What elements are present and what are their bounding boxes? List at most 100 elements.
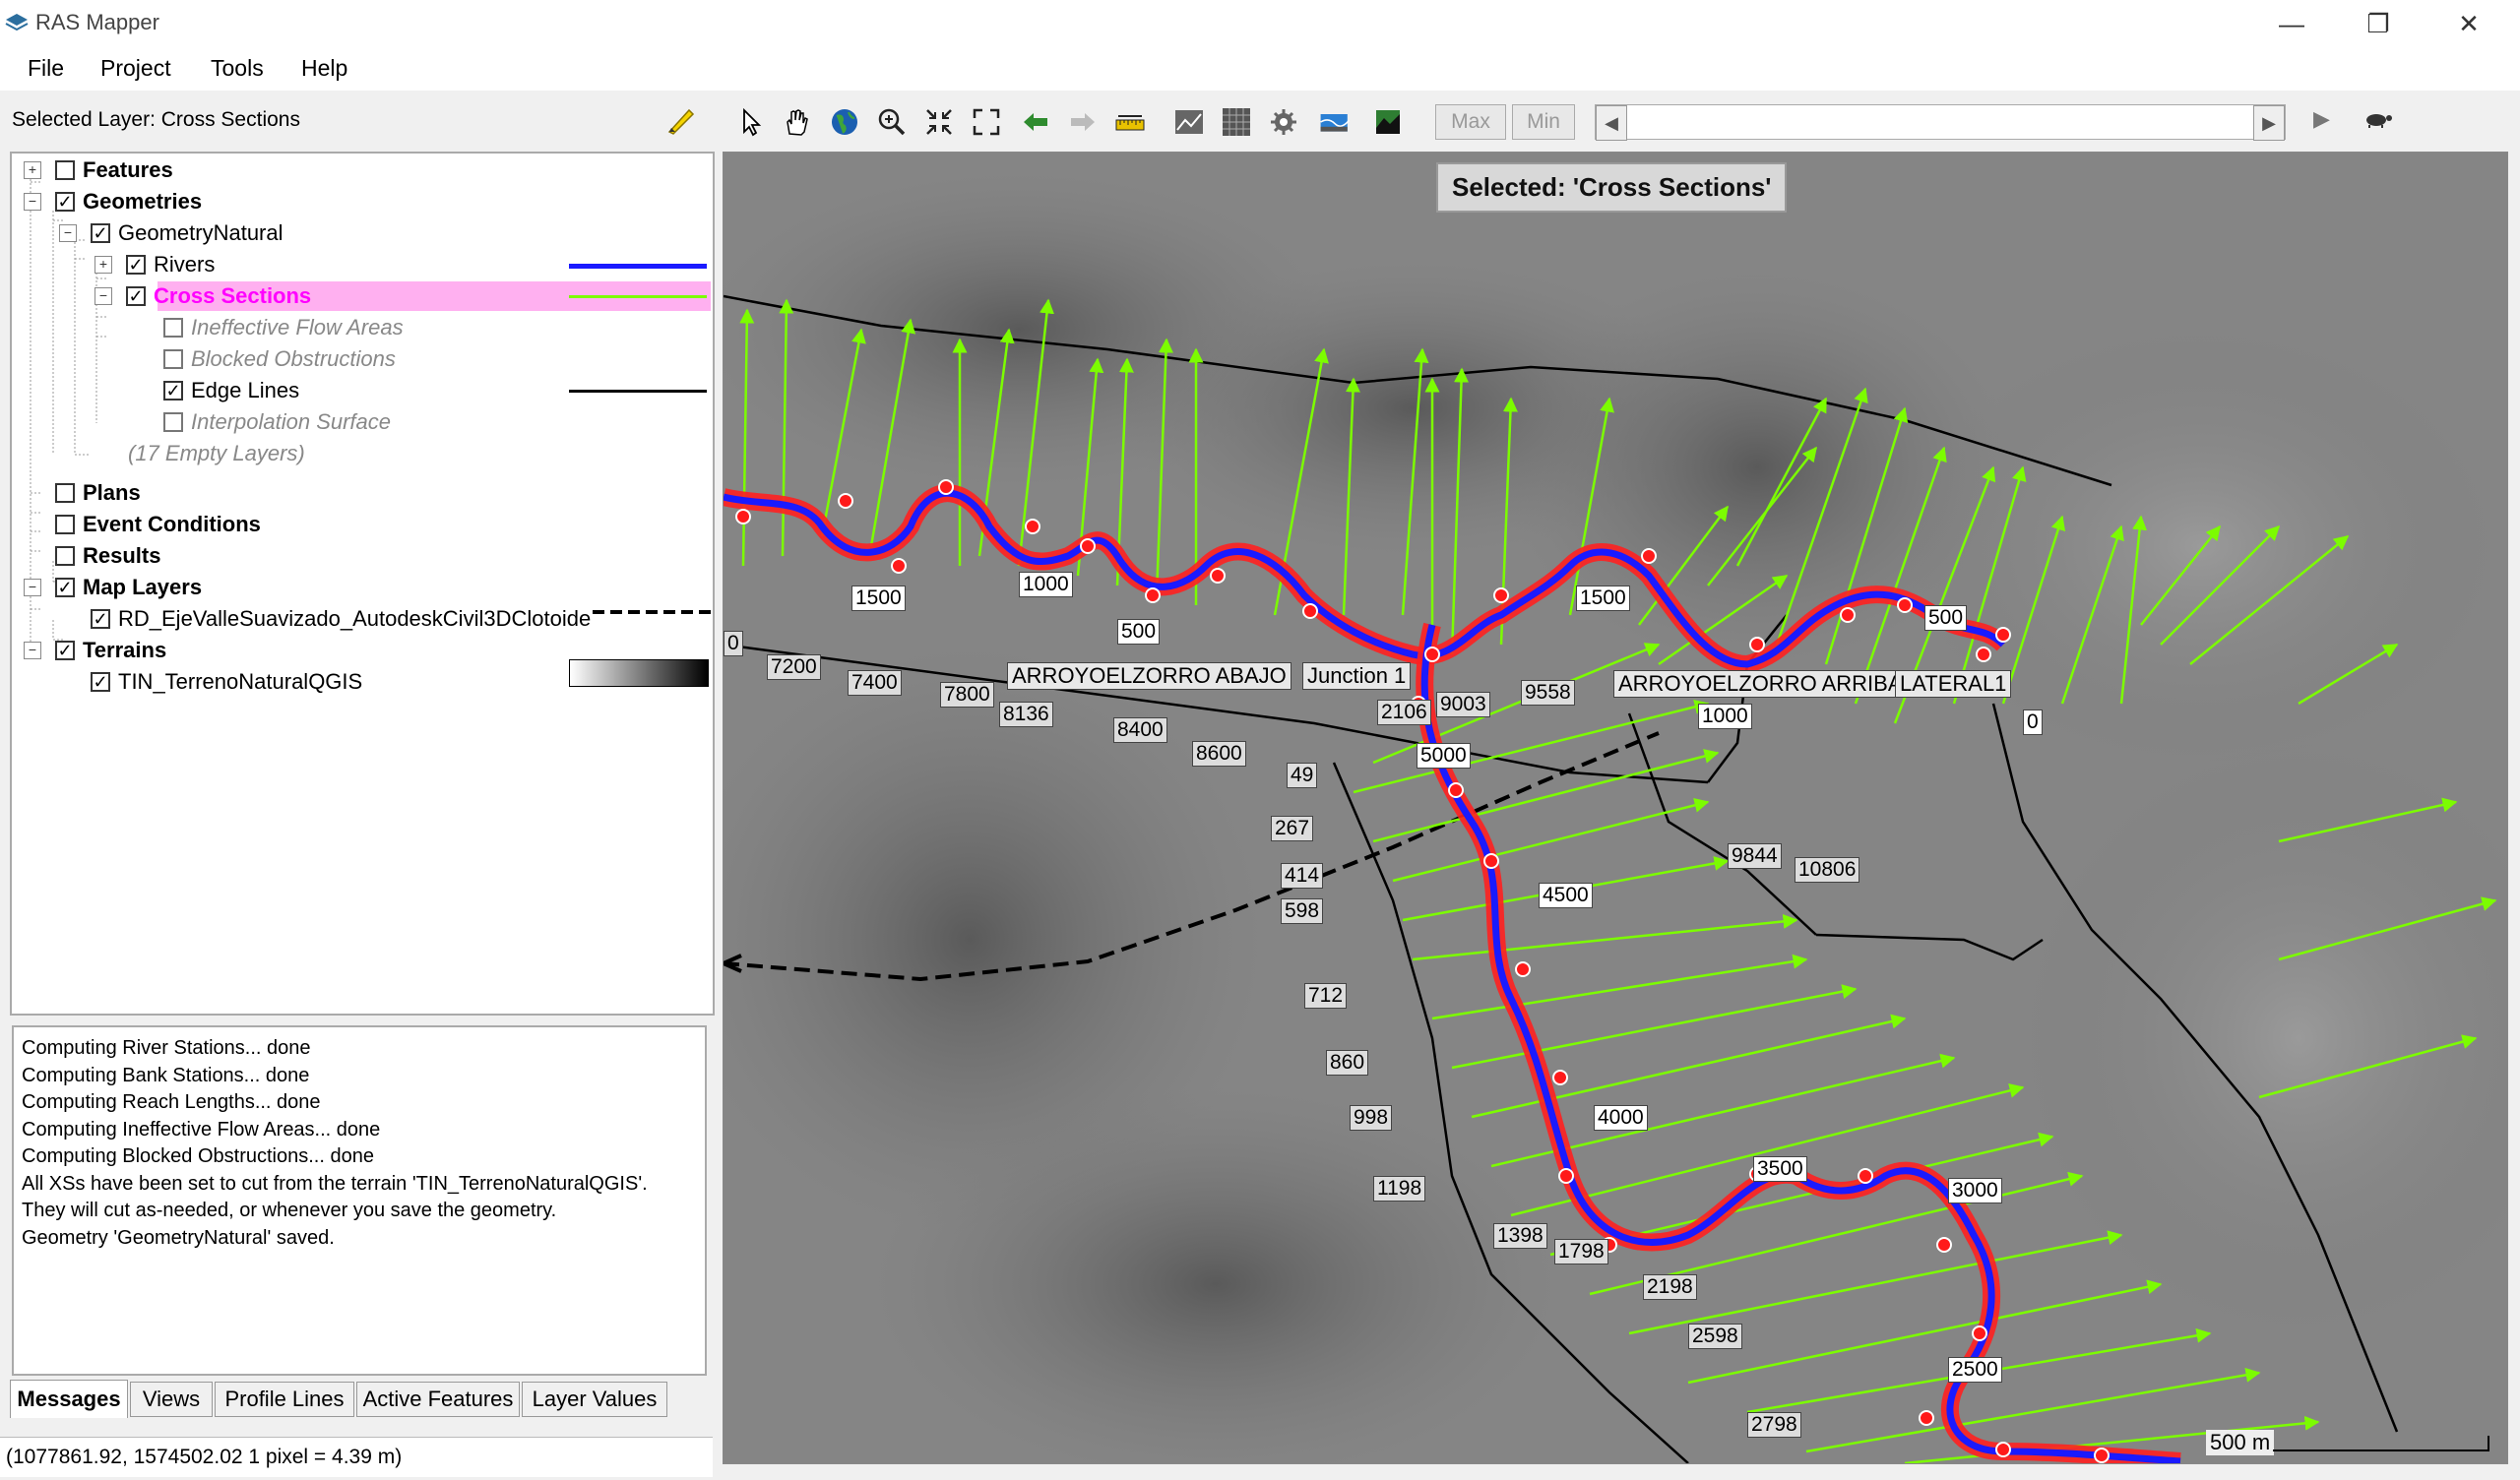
profile-plot-icon[interactable] xyxy=(1173,106,1205,138)
terrain-tin-checkbox[interactable]: ✓ xyxy=(91,672,110,692)
map-layer-alignment-checkbox[interactable]: ✓ xyxy=(91,609,110,629)
ineffective-checkbox[interactable] xyxy=(163,318,183,338)
full-extent-icon[interactable] xyxy=(971,106,1002,138)
tree-item-terrain-tin[interactable]: ✓ TIN_TerrenoNaturalQGIS xyxy=(91,667,362,697)
close-button[interactable]: ✕ xyxy=(2433,0,2504,47)
max-button[interactable]: Max xyxy=(1435,104,1506,140)
tree-item-results[interactable]: Results xyxy=(55,541,160,571)
scale-bar-tick xyxy=(2488,1436,2489,1451)
message-line: Computing River Stations... done xyxy=(22,1037,311,1059)
restore-button[interactable]: ❐ xyxy=(2343,0,2414,47)
message-line: Geometry 'GeometryNatural' saved. xyxy=(22,1226,335,1249)
tree-item-interpolation-surface[interactable]: Interpolation Surface xyxy=(163,407,391,437)
plans-checkbox[interactable] xyxy=(55,483,75,503)
terrain-icon[interactable] xyxy=(1372,106,1404,138)
tab-active-features[interactable]: Active Features xyxy=(356,1382,520,1417)
map-canvas[interactable]: Selected: 'Cross Sections' 1500 1000 500… xyxy=(723,152,2508,1464)
expand-rivers-icon[interactable]: + xyxy=(94,256,112,274)
menu-tools[interactable]: Tools xyxy=(211,55,264,82)
tree-item-ineffective[interactable]: Ineffective Flow Areas xyxy=(163,313,404,342)
pan-hand-icon[interactable] xyxy=(780,106,811,138)
zoom-extents-icon[interactable] xyxy=(923,106,955,138)
tree-item-geometries[interactable]: ✓ Geometries xyxy=(55,187,202,216)
tree-item-rivers[interactable]: ✓ Rivers xyxy=(126,250,215,279)
tree-item-event-conditions[interactable]: Event Conditions xyxy=(55,510,261,539)
tree-item-map-layer-alignment[interactable]: ✓ RD_EjeValleSuavizado_AutodeskCivil3DCl… xyxy=(91,604,591,634)
tab-layer-values[interactable]: Layer Values xyxy=(522,1382,667,1417)
menu-project[interactable]: Project xyxy=(100,55,171,82)
tree-item-plans[interactable]: Plans xyxy=(55,478,141,508)
blocked-checkbox[interactable] xyxy=(163,349,183,369)
tree-label-event-conditions: Event Conditions xyxy=(83,512,261,536)
gear-icon[interactable] xyxy=(1268,106,1299,138)
station-label: 598 xyxy=(1281,898,1324,924)
tab-profile-lines[interactable]: Profile Lines xyxy=(215,1382,354,1417)
tree-item-edge-lines[interactable]: ✓ Edge Lines xyxy=(163,376,299,405)
cross-sections-checkbox[interactable]: ✓ xyxy=(126,286,146,306)
station-label: 9844 xyxy=(1728,843,1782,869)
tree-item-blocked[interactable]: Blocked Obstructions xyxy=(163,344,396,374)
tree-item-features[interactable]: Features xyxy=(55,155,173,185)
rivers-checkbox[interactable]: ✓ xyxy=(126,255,146,275)
selected-layer-banner: Selected: 'Cross Sections' xyxy=(1436,162,1788,213)
edge-lines-checkbox[interactable]: ✓ xyxy=(163,381,183,401)
reach-label-arriba: ARROYOELZORRO ARRIBA xyxy=(1613,670,1908,698)
minimize-button[interactable]: — xyxy=(2256,0,2327,47)
zoom-in-icon[interactable] xyxy=(876,106,908,138)
results-checkbox[interactable] xyxy=(55,546,75,566)
turtle-speed-icon[interactable] xyxy=(2362,106,2394,136)
geometrynatural-checkbox[interactable]: ✓ xyxy=(91,223,110,243)
station-label: 9558 xyxy=(1521,680,1575,706)
title-bar: RAS Mapper — ❐ ✕ xyxy=(0,0,2520,47)
collapse-map-layers-icon[interactable]: − xyxy=(24,579,41,596)
station-label: 0 xyxy=(724,631,743,656)
expand-features-icon[interactable]: + xyxy=(24,161,41,179)
globe-icon[interactable] xyxy=(829,106,860,138)
event-conditions-checkbox[interactable] xyxy=(55,515,75,534)
message-line: Computing Reach Lengths... done xyxy=(22,1091,321,1113)
tree-item-terrains[interactable]: ✓ Terrains xyxy=(55,636,166,665)
station-label: 414 xyxy=(1281,863,1324,889)
collapse-geometrynatural-icon[interactable]: − xyxy=(59,224,77,242)
ras-mapper-app-icon xyxy=(5,14,29,31)
tree-label-ineffective: Ineffective Flow Areas xyxy=(191,315,404,339)
station-label: 500 xyxy=(1924,605,1968,631)
tree-item-cross-sections[interactable]: ✓ Cross Sections xyxy=(126,281,311,311)
tree-item-map-layers[interactable]: ✓ Map Layers xyxy=(55,573,202,602)
features-checkbox[interactable] xyxy=(55,160,75,180)
tree-item-empty-layers[interactable]: (17 Empty Layers) xyxy=(128,439,305,468)
forward-arrow-icon[interactable] xyxy=(1067,106,1099,138)
station-label: 7400 xyxy=(848,670,902,696)
map-layers-checkbox[interactable]: ✓ xyxy=(55,578,75,597)
time-slider[interactable]: ◀ ▶ xyxy=(1595,104,2286,141)
junction-label: Junction 1 xyxy=(1302,662,1412,690)
select-arrow-icon[interactable] xyxy=(736,106,768,138)
edit-pencil-icon[interactable] xyxy=(665,106,697,138)
reach-label-lateral1: LATERAL1 xyxy=(1895,670,2012,698)
min-button[interactable]: Min xyxy=(1512,104,1575,140)
tab-messages[interactable]: Messages xyxy=(10,1380,128,1418)
tree-item-geometrynatural[interactable]: ✓ GeometryNatural xyxy=(91,218,284,248)
collapse-cross-sections-icon[interactable]: − xyxy=(94,287,112,305)
tree-label-blocked: Blocked Obstructions xyxy=(191,346,396,371)
terrains-checkbox[interactable]: ✓ xyxy=(55,641,75,660)
back-arrow-icon[interactable] xyxy=(1020,106,1051,138)
message-line: Computing Bank Stations... done xyxy=(22,1064,310,1086)
slider-left-arrow[interactable]: ◀ xyxy=(1596,105,1627,141)
station-label: 1000 xyxy=(1019,572,1073,597)
geometries-checkbox[interactable]: ✓ xyxy=(55,192,75,212)
menu-help[interactable]: Help xyxy=(301,55,347,82)
map-layer-icon[interactable] xyxy=(1319,106,1351,138)
slider-right-arrow[interactable]: ▶ xyxy=(2253,105,2285,141)
tree-label-results: Results xyxy=(83,543,161,568)
station-label: 7200 xyxy=(767,654,821,680)
station-label: 4500 xyxy=(1539,883,1593,908)
collapse-terrains-icon[interactable]: − xyxy=(24,642,41,659)
tab-views[interactable]: Views xyxy=(130,1382,213,1417)
play-icon[interactable]: ▶ xyxy=(2313,106,2330,132)
grid-icon[interactable] xyxy=(1221,106,1252,138)
measure-ruler-icon[interactable] xyxy=(1114,106,1146,138)
collapse-geometries-icon[interactable]: − xyxy=(24,193,41,211)
interpolation-checkbox[interactable] xyxy=(163,412,183,432)
menu-file[interactable]: File xyxy=(28,55,64,82)
